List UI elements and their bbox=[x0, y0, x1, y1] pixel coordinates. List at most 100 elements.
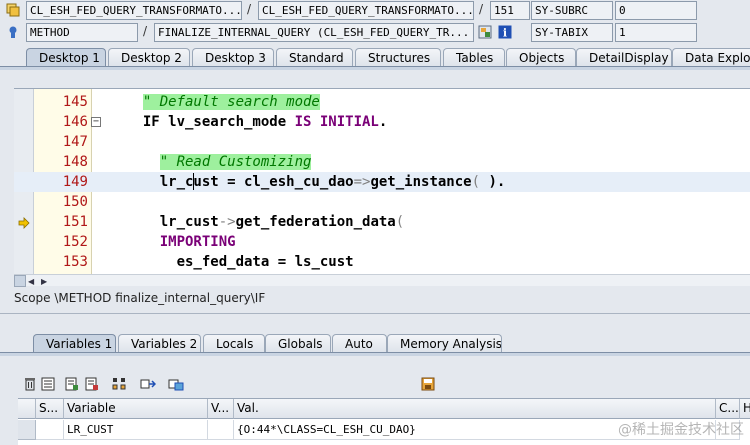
code-line[interactable]: 150 bbox=[14, 192, 750, 212]
code-text: lr_cust->get_federation_data( bbox=[126, 212, 404, 232]
scrollbar-thumb[interactable] bbox=[14, 275, 26, 287]
code-comment: " Read Customizing bbox=[159, 154, 312, 170]
code-line[interactable]: 152 IMPORTING bbox=[14, 232, 750, 252]
code-line[interactable]: 145 " Default search mode bbox=[14, 92, 750, 112]
desktop-tabs: Desktop 1 Desktop 2 Desktop 3 Standard S… bbox=[0, 46, 750, 68]
column-header-status[interactable]: S... bbox=[36, 399, 64, 419]
tab-structures[interactable]: Structures bbox=[355, 48, 441, 67]
line-number: 146 bbox=[62, 114, 88, 130]
delete-icon[interactable] bbox=[22, 376, 38, 392]
scroll-left-icon[interactable]: ◀ bbox=[28, 277, 34, 286]
code-text: IMPORTING bbox=[126, 232, 236, 252]
editor-horizontal-scrollbar[interactable]: ◀ ▶ bbox=[14, 274, 750, 287]
event-name-field[interactable]: FINALIZE_INTERNAL_QUERY (CL_ESH_FED_QUER… bbox=[154, 23, 474, 42]
line-number-field[interactable]: 151 bbox=[490, 1, 530, 20]
program-field[interactable]: CL_ESH_FED_QUERY_TRANSFORMATO... bbox=[26, 1, 242, 20]
line-number: 153 bbox=[62, 254, 88, 270]
grid-cell[interactable] bbox=[208, 420, 234, 440]
code-token: ). bbox=[488, 174, 506, 190]
method-icon bbox=[6, 25, 20, 39]
variable-name-cell[interactable]: LR_CUST bbox=[64, 420, 208, 440]
line-number: 147 bbox=[62, 134, 88, 150]
code-token: es_fed_data = ls_cust bbox=[176, 254, 354, 270]
code-text: " Read Customizing bbox=[126, 152, 312, 172]
code-line[interactable]: 151 lr_cust->get_federation_data( bbox=[14, 212, 750, 232]
svg-text:i: i bbox=[503, 27, 507, 40]
column-header-c[interactable]: C... bbox=[716, 399, 740, 419]
event-type-field[interactable]: METHOD bbox=[26, 23, 138, 42]
tab-desktop-3[interactable]: Desktop 3 bbox=[192, 48, 274, 67]
tab-standard[interactable]: Standard bbox=[276, 48, 353, 67]
line-number: 148 bbox=[62, 154, 88, 170]
current-statement-arrow-icon bbox=[18, 215, 30, 229]
column-header-value[interactable]: Val. bbox=[234, 399, 716, 419]
code-line[interactable]: 148 " Read Customizing bbox=[14, 152, 750, 172]
tab-auto[interactable]: Auto bbox=[332, 334, 387, 353]
code-line[interactable]: 146− IF lv_search_mode IS INITIAL. bbox=[14, 112, 750, 132]
separator: / bbox=[479, 2, 484, 16]
tab-locals[interactable]: Locals bbox=[203, 334, 265, 353]
tab-tables[interactable]: Tables bbox=[443, 48, 505, 67]
text-cursor bbox=[193, 173, 195, 190]
code-line[interactable]: 147 bbox=[14, 132, 750, 152]
tab-objects[interactable]: Objects bbox=[506, 48, 576, 67]
code-token: lr_cust = cl_esh_cu_dao bbox=[159, 174, 354, 190]
code-text: IF lv_search_mode IS INITIAL. bbox=[126, 112, 387, 132]
scope-path: Scope \METHOD finalize_internal_query\IF bbox=[14, 291, 266, 305]
code-token: lr_cust bbox=[159, 214, 219, 230]
list-icon[interactable] bbox=[40, 376, 56, 392]
tab-variables-1[interactable]: Variables 1 bbox=[33, 334, 116, 353]
column-header-variable[interactable]: Variable bbox=[64, 399, 208, 419]
code-text: es_fed_data = ls_cust bbox=[126, 252, 354, 272]
tab-globals[interactable]: Globals bbox=[265, 334, 331, 353]
save-icon[interactable] bbox=[420, 376, 436, 392]
hierarchy-icon[interactable] bbox=[112, 376, 128, 392]
code-token: get_federation_data bbox=[235, 214, 396, 230]
tab-detail-display[interactable]: DetailDisplay bbox=[576, 48, 672, 67]
info-icon[interactable]: i bbox=[498, 25, 512, 39]
collapse-icon[interactable]: − bbox=[91, 117, 101, 127]
code-line[interactable]: 153 es_fed_data = ls_cust bbox=[14, 252, 750, 272]
grid-cell[interactable] bbox=[36, 420, 64, 440]
row-selector[interactable] bbox=[18, 420, 36, 440]
line-number: 151 bbox=[62, 214, 88, 230]
system-variable-value[interactable]: 1 bbox=[615, 23, 697, 42]
import-icon[interactable] bbox=[64, 376, 80, 392]
line-number: 150 bbox=[62, 194, 88, 210]
code-line[interactable]: 149 lr_cust = cl_esh_cu_dao=>get_instanc… bbox=[14, 172, 750, 192]
tab-desktop-1[interactable]: Desktop 1 bbox=[26, 48, 106, 67]
separator: / bbox=[143, 24, 148, 38]
tab-underline bbox=[0, 66, 750, 70]
code-keyword: IMPORTING bbox=[159, 234, 236, 250]
divider bbox=[0, 313, 750, 314]
code-token: get_instance bbox=[370, 174, 472, 190]
code-text: " Default search mode bbox=[126, 92, 320, 112]
tab-memory-analysis[interactable]: Memory Analysis bbox=[387, 334, 502, 353]
grid-corner[interactable] bbox=[18, 399, 36, 419]
system-variable-name[interactable]: SY-TABIX bbox=[531, 23, 613, 42]
system-variable-value[interactable]: 0 bbox=[615, 1, 697, 20]
tab-data-explorer[interactable]: Data Explore bbox=[672, 48, 750, 67]
include-field[interactable]: CL_ESH_FED_QUERY_TRANSFORMATO... bbox=[258, 1, 474, 20]
code-token: ( bbox=[395, 214, 405, 230]
system-variable-name[interactable]: SY-SUBRC bbox=[531, 1, 613, 20]
column-header-v[interactable]: V... bbox=[208, 399, 234, 419]
code-token: ( bbox=[471, 174, 489, 190]
export-icon[interactable] bbox=[84, 376, 100, 392]
navigate-icon[interactable] bbox=[140, 376, 156, 392]
tab-underline bbox=[0, 352, 750, 356]
edit-object-icon[interactable] bbox=[478, 25, 492, 39]
separator: / bbox=[247, 2, 252, 16]
folder-icon[interactable] bbox=[168, 376, 184, 392]
tab-desktop-2[interactable]: Desktop 2 bbox=[108, 48, 190, 67]
scroll-right-icon[interactable]: ▶ bbox=[41, 277, 47, 286]
line-number: 149 bbox=[62, 174, 88, 190]
column-header-he[interactable]: He bbox=[740, 399, 750, 419]
tab-variables-2[interactable]: Variables 2 bbox=[118, 334, 201, 353]
class-icon bbox=[6, 3, 20, 17]
source-code-editor[interactable]: 145 " Default search mode 146− IF lv_sear… bbox=[14, 88, 750, 274]
